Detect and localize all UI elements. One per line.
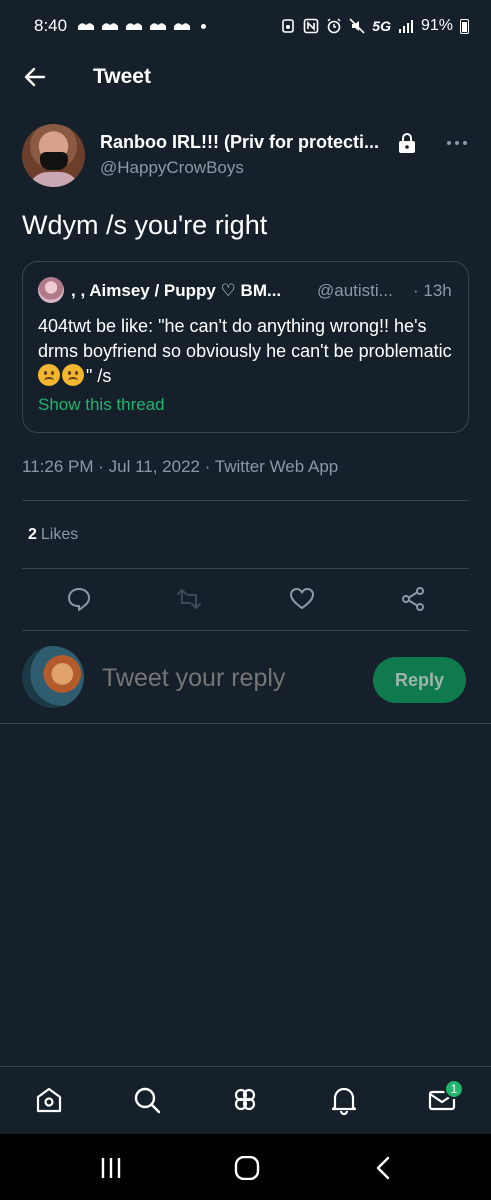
quoted-tweet-card[interactable]: , , Aimsey / Puppy ♡ BM... @autisti... ·… [22, 261, 469, 433]
avatar-mask-shape [40, 152, 68, 170]
status-time: 8:40 [34, 16, 68, 35]
share-icon[interactable] [400, 586, 426, 612]
signal-icon [398, 20, 413, 33]
like-heart-icon[interactable] [289, 586, 315, 612]
status-bar: 8:40 5G 91% [0, 0, 491, 52]
back-nav-icon[interactable] [375, 1156, 391, 1180]
system-nav-bar [0, 1134, 491, 1200]
status-left: 8:40 [34, 16, 207, 36]
reply-composer: Reply [0, 632, 491, 724]
frowning-face-icon [38, 364, 60, 386]
mute-icon [349, 18, 365, 34]
status-right: 5G 91% [280, 17, 469, 35]
more-notifications-dot [201, 23, 207, 29]
alarm-icon [327, 18, 341, 34]
top-header: Tweet [0, 52, 491, 102]
retweet-icon[interactable] [176, 586, 202, 612]
notifications-bell-icon[interactable] [329, 1085, 359, 1115]
likes-number: 2 [28, 526, 37, 543]
search-icon[interactable] [132, 1085, 162, 1115]
battery-percent: 91% [420, 17, 453, 34]
quoted-author-handle: @autisti... [317, 281, 393, 300]
show-thread-link[interactable]: Show this thread [38, 395, 165, 415]
quoted-tweet-text: 404twt be like: "he can't do anything wr… [38, 314, 458, 389]
likes-label: Likes [40, 526, 79, 543]
frowning-face-icon [62, 364, 84, 386]
back-arrow-icon[interactable] [22, 64, 48, 90]
more-options-icon[interactable] [446, 140, 468, 146]
bottom-tab-bar: 1 [0, 1066, 491, 1134]
tweet-text: Wdym /s you're right [22, 210, 268, 240]
quoted-tweet-time: · 13h [413, 281, 452, 300]
likes-count[interactable]: 2 Likes [28, 526, 78, 544]
reply-button[interactable]: Reply [373, 657, 466, 703]
home-nav-icon[interactable] [234, 1156, 260, 1180]
home-icon[interactable] [34, 1085, 64, 1115]
author-avatar[interactable] [22, 124, 85, 187]
notification-icon [149, 20, 167, 32]
battery-icon [460, 18, 469, 34]
quoted-author-avatar [38, 277, 64, 303]
author-display-name[interactable]: Ranboo IRL!!! (Priv for protecti... [100, 132, 400, 153]
notification-icon [101, 20, 119, 32]
nfc-icon [303, 18, 319, 34]
notification-icon [173, 20, 191, 32]
recent-apps-icon[interactable] [99, 1156, 123, 1180]
notification-icon [125, 20, 143, 32]
quoted-text-part: " /s [86, 366, 112, 386]
data-saver-icon [282, 19, 295, 33]
lock-icon [399, 133, 415, 153]
reply-input[interactable] [102, 664, 362, 693]
notification-icon [77, 20, 95, 32]
messages-badge: 1 [444, 1079, 464, 1099]
quoted-text-part: 404twt be like: "he can't do anything wr… [38, 316, 452, 361]
tweet-actions [0, 586, 491, 614]
author-handle[interactable]: @HappyCrowBoys [100, 158, 244, 178]
avatar-shirt-shape [28, 172, 80, 187]
communities-icon[interactable] [230, 1085, 260, 1115]
tweet-timestamp: 11:26 PM · Jul 11, 2022 · Twitter Web Ap… [22, 457, 339, 476]
page-title: Tweet [93, 65, 151, 88]
quoted-author-name: , , Aimsey / Puppy ♡ BM... [71, 281, 282, 300]
divider [22, 630, 469, 631]
divider [22, 568, 469, 569]
network-type: 5G [372, 18, 391, 34]
tweet-author: Ranboo IRL!!! (Priv for protecti... @Hap… [22, 124, 472, 188]
reply-icon[interactable] [66, 586, 92, 612]
divider [22, 500, 469, 501]
my-avatar[interactable] [22, 646, 84, 708]
